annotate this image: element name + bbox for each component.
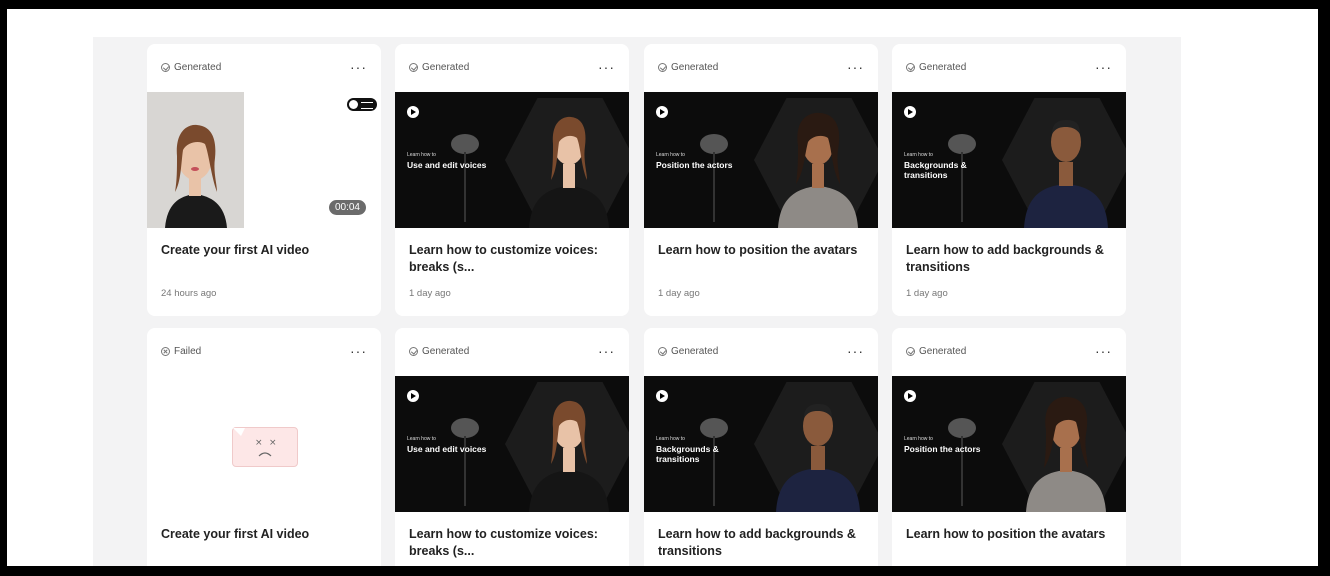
avatar-man-navy <box>776 404 860 512</box>
check-circle-icon <box>409 63 418 72</box>
sad-face-icon: × × <box>232 427 298 467</box>
video-card[interactable]: Generated ··· Learn how to Position the … <box>644 44 878 316</box>
video-thumbnail[interactable]: × × <box>147 376 381 512</box>
thumb-title: Position the actors <box>904 444 981 454</box>
more-options-button[interactable]: ··· <box>1095 59 1112 75</box>
thumb-title: Position the actors <box>656 160 733 170</box>
video-title[interactable]: Create your first AI video <box>161 242 366 259</box>
video-grid: Generated ··· 00:04 Create your first AI… <box>93 37 1181 566</box>
thumb-subtitle: Learn how to <box>904 152 933 158</box>
video-card[interactable]: Generated ··· Learn how to Use and edit … <box>395 328 629 566</box>
video-card[interactable]: Generated ··· Learn how to Backgrounds &… <box>892 44 1126 316</box>
svg-text:×: × <box>269 438 277 448</box>
video-thumbnail[interactable]: Learn how to Backgrounds & transitions <box>644 376 878 512</box>
playback-toggle-icon[interactable] <box>347 98 377 111</box>
play-logo-icon <box>904 106 916 118</box>
more-options-button[interactable]: ··· <box>847 59 864 75</box>
video-date: 1 day ago <box>658 288 700 299</box>
video-title[interactable]: Learn how to position the avatars <box>658 242 863 259</box>
avatar-man-navy <box>1024 120 1108 228</box>
status-badge: Generated <box>658 346 718 357</box>
video-thumbnail[interactable]: Learn how to Position the actors <box>644 92 878 228</box>
video-title[interactable]: Create your first AI video <box>161 526 366 543</box>
check-circle-icon <box>906 347 915 356</box>
check-circle-icon <box>161 63 170 72</box>
thumb-subtitle: Learn how to <box>904 436 933 442</box>
play-logo-icon <box>407 106 419 118</box>
avatar-woman-grey <box>1026 396 1106 512</box>
avatar-woman-blazer <box>529 400 609 512</box>
status-badge: Generated <box>906 62 966 73</box>
video-card[interactable]: Failed ··· × × Create your first AI vide… <box>147 328 381 566</box>
status-badge: Generated <box>161 62 221 73</box>
status-badge: Generated <box>658 62 718 73</box>
more-options-button[interactable]: ··· <box>598 343 615 359</box>
status-badge: Generated <box>906 346 966 357</box>
status-badge: Generated <box>409 346 469 357</box>
check-circle-icon <box>906 63 915 72</box>
status-badge: Failed <box>161 346 201 357</box>
video-card[interactable]: Generated ··· Learn how to Position the … <box>892 328 1126 566</box>
video-date: 24 hours ago <box>161 288 217 299</box>
thumb-title: Use and edit voices <box>407 160 487 170</box>
x-circle-icon <box>161 347 170 356</box>
status-label: Failed <box>174 346 202 357</box>
avatar-woman-blazer <box>529 116 609 228</box>
video-card[interactable]: Generated ··· Learn how to Backgrounds &… <box>644 328 878 566</box>
thumb-subtitle: Learn how to <box>656 436 685 442</box>
thumb-title: Backgrounds & transitions <box>904 160 967 180</box>
studio-light-icon <box>451 134 479 222</box>
play-logo-icon <box>407 390 419 402</box>
status-label: Generated <box>671 346 719 357</box>
video-thumbnail[interactable]: Learn how to Position the actors <box>892 376 1126 512</box>
video-title[interactable]: Learn how to customize voices: breaks (s… <box>409 526 614 560</box>
video-title[interactable]: Learn how to add backgrounds & transitio… <box>658 526 863 560</box>
status-label: Generated <box>919 62 967 73</box>
thumb-subtitle: Learn how to <box>656 152 685 158</box>
status-badge: Generated <box>409 62 469 73</box>
video-card[interactable]: Generated ··· Learn how to Use and edit … <box>395 44 629 316</box>
avatar-woman-grey <box>778 112 858 228</box>
video-title[interactable]: Learn how to position the avatars <box>906 526 1111 543</box>
app-frame: Generated ··· 00:04 Create your first AI… <box>7 9 1318 566</box>
video-thumbnail[interactable]: Learn how to Use and edit voices <box>395 92 629 228</box>
studio-light-icon <box>948 418 976 506</box>
play-logo-icon <box>904 390 916 402</box>
status-label: Generated <box>174 62 222 73</box>
status-label: Generated <box>422 62 470 73</box>
video-card[interactable]: Generated ··· 00:04 Create your first AI… <box>147 44 381 316</box>
more-options-button[interactable]: ··· <box>350 343 367 359</box>
check-circle-icon <box>658 347 667 356</box>
more-options-button[interactable]: ··· <box>598 59 615 75</box>
more-options-button[interactable]: ··· <box>350 59 367 75</box>
video-date: 1 day ago <box>409 288 451 299</box>
svg-text:×: × <box>255 438 263 448</box>
status-label: Generated <box>671 62 719 73</box>
check-circle-icon <box>409 347 418 356</box>
studio-light-icon <box>700 134 728 222</box>
duration-badge: 00:04 <box>327 199 367 216</box>
status-label: Generated <box>422 346 470 357</box>
video-title[interactable]: Learn how to customize voices: breaks (s… <box>409 242 614 276</box>
avatar-portrait <box>147 92 244 228</box>
check-circle-icon <box>658 63 667 72</box>
status-label: Generated <box>919 346 967 357</box>
video-thumbnail[interactable]: Learn how to Backgrounds & transitions <box>892 92 1126 228</box>
video-date: 1 day ago <box>906 288 948 299</box>
thumb-subtitle: Learn how to <box>407 436 436 442</box>
video-title[interactable]: Learn how to add backgrounds & transitio… <box>906 242 1111 276</box>
more-options-button[interactable]: ··· <box>1095 343 1112 359</box>
video-thumbnail[interactable]: Learn how to Use and edit voices <box>395 376 629 512</box>
thumb-title: Backgrounds & transitions <box>656 444 719 464</box>
play-logo-icon <box>656 390 668 402</box>
thumb-subtitle: Learn how to <box>407 152 436 158</box>
play-logo-icon <box>656 106 668 118</box>
video-thumbnail[interactable]: 00:04 <box>147 92 381 228</box>
studio-light-icon <box>451 418 479 506</box>
more-options-button[interactable]: ··· <box>847 343 864 359</box>
thumb-title: Use and edit voices <box>407 444 487 454</box>
